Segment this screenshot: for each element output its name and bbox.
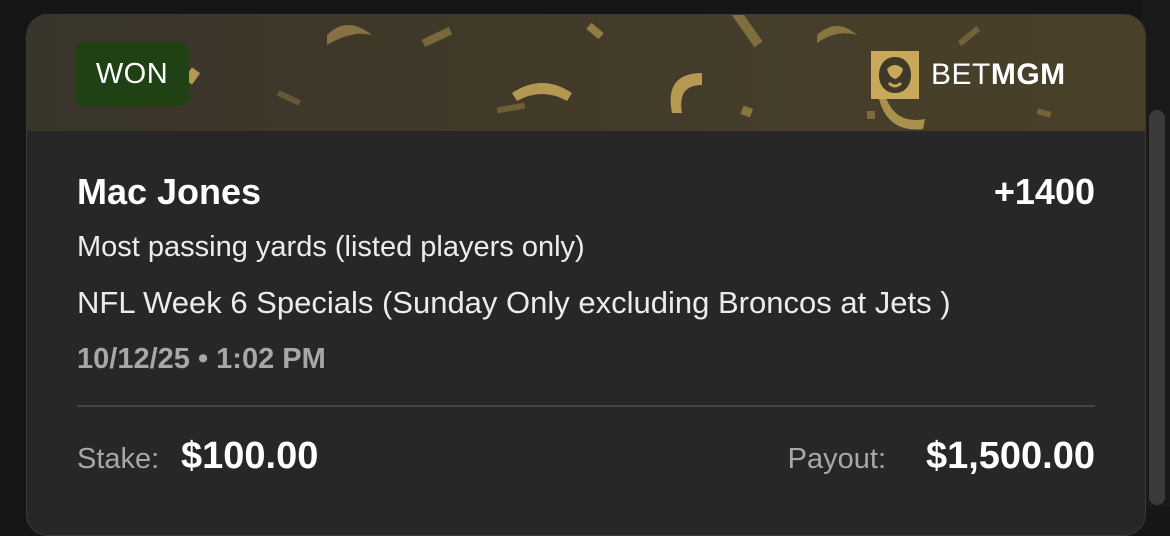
bet-card[interactable]: WON BETMGM Mac Jones +1400 Most passing … — [26, 14, 1146, 536]
event-name: NFL Week 6 Specials (Sunday Only excludi… — [77, 285, 951, 320]
brand-text: BETMGM — [931, 58, 1066, 91]
payout-value: $1,500.00 — [925, 435, 1095, 477]
bet-datetime: 10/12/25 • 1:02 PM — [77, 343, 326, 375]
divider — [77, 405, 1095, 407]
lion-head-icon — [871, 51, 919, 99]
status-badge: WON — [75, 42, 189, 106]
market-description: Most passing yards (listed players only) — [77, 231, 585, 263]
stake-label: Stake: — [77, 443, 160, 475]
payout-label: Payout: — [787, 443, 886, 475]
player-name: Mac Jones — [77, 171, 262, 212]
confetti-banner: WON BETMGM — [27, 15, 1145, 131]
stake-value: $100.00 — [181, 435, 319, 477]
scrollbar-track[interactable] — [1142, 0, 1170, 507]
scrollbar-thumb[interactable] — [1149, 110, 1165, 505]
bet-odds: +1400 — [993, 171, 1095, 212]
betmgm-logo: BETMGM — [869, 47, 1066, 103]
